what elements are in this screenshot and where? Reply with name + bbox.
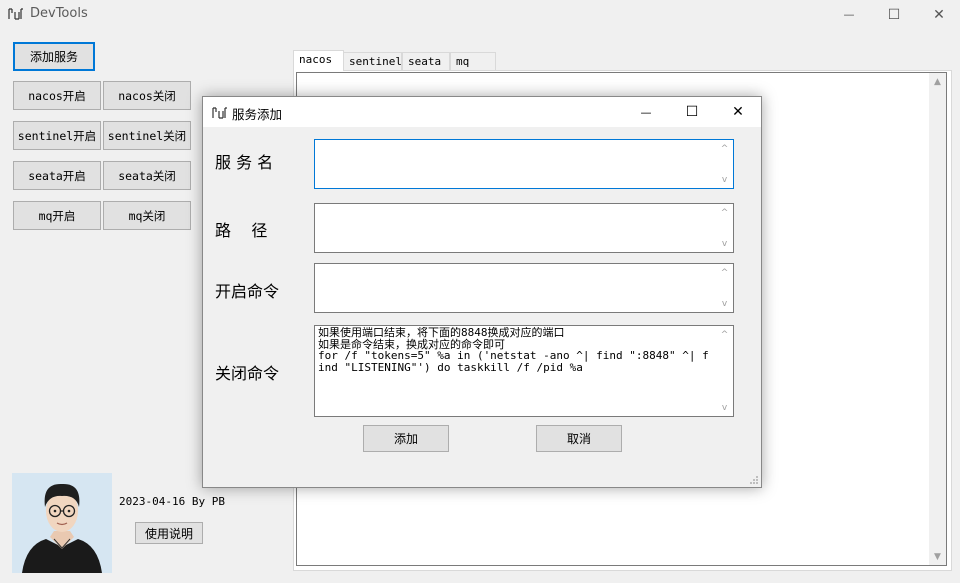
dialog-title: 服务添加 — [232, 107, 283, 122]
tab-seata[interactable]: seata — [402, 52, 450, 70]
nacos-stop-button[interactable]: nacos关闭 — [103, 81, 191, 110]
help-button[interactable]: 使用说明 — [135, 522, 203, 544]
dialog-minimize-button[interactable]: — — [623, 97, 669, 127]
minimize-icon: — — [843, 8, 855, 21]
tab-nacos[interactable]: nacos — [293, 50, 344, 71]
scroll-down-icon[interactable]: v — [716, 399, 733, 416]
scrollbar[interactable]: ^ v — [716, 204, 733, 252]
minimize-button[interactable]: — — [826, 0, 872, 29]
maximize-icon: ☐ — [685, 104, 699, 120]
dialog-close-button[interactable]: ✕ — [715, 97, 761, 127]
nacos-start-button[interactable]: nacos开启 — [13, 81, 101, 110]
dialog-maximize-button[interactable]: ☐ — [669, 97, 715, 127]
scroll-up-icon[interactable]: ▲ — [929, 73, 946, 90]
title-bar — [0, 0, 960, 29]
scroll-up-icon[interactable]: ^ — [716, 140, 733, 157]
sentinel-stop-button[interactable]: sentinel关闭 — [103, 121, 191, 150]
resize-grip-icon[interactable] — [749, 475, 759, 485]
scrollbar[interactable]: ^ v — [716, 326, 733, 416]
scrollbar[interactable]: ^ v — [716, 140, 733, 188]
add-service-button[interactable]: 添加服务 — [13, 42, 95, 71]
seata-start-button[interactable]: seata开启 — [13, 161, 101, 190]
avatar-illustration — [12, 473, 112, 573]
add-service-dialog: 服务添加 — ☐ ✕ 服 务 名 ^ v 路 径 ^ v 开启命令 ^ v 关闭… — [202, 96, 762, 488]
scroll-down-icon[interactable]: ▼ — [929, 548, 946, 565]
path-value — [318, 205, 715, 252]
scroll-up-icon[interactable]: ^ — [716, 204, 733, 221]
stop-command-input[interactable]: 如果使用端口结束，将下面的8848换成对应的端口 如果是命令结束，换成对应的命令… — [314, 325, 734, 417]
maximize-icon: ☐ — [887, 6, 901, 23]
close-icon: ✕ — [732, 104, 744, 120]
tab-mq[interactable]: mq — [450, 52, 496, 70]
scroll-down-icon[interactable]: v — [716, 171, 733, 188]
service-name-input[interactable]: ^ v — [314, 139, 734, 189]
app-icon — [8, 8, 23, 20]
confirm-add-button[interactable]: 添加 — [363, 425, 449, 452]
stop-command-value: 如果使用端口结束，将下面的8848换成对应的端口 如果是命令结束，换成对应的命令… — [318, 327, 709, 374]
path-label: 路 径 — [215, 221, 268, 240]
mq-stop-button[interactable]: mq关闭 — [103, 201, 191, 230]
service-name-value — [318, 141, 715, 188]
signature-text: 2023-04-16 By PB — [119, 495, 225, 508]
path-input[interactable]: ^ v — [314, 203, 734, 253]
avatar — [12, 473, 112, 573]
tab-sentinel[interactable]: sentinel — [343, 52, 402, 70]
seata-stop-button[interactable]: seata关闭 — [103, 161, 191, 190]
minimize-icon: — — [640, 105, 652, 119]
window-title: DevTools — [30, 6, 88, 21]
close-icon: ✕ — [933, 6, 945, 23]
app-icon — [212, 107, 227, 119]
stop-command-label: 关闭命令 — [215, 364, 280, 383]
cancel-button[interactable]: 取消 — [536, 425, 622, 452]
start-command-input[interactable]: ^ v — [314, 263, 734, 313]
scroll-down-icon[interactable]: v — [716, 235, 733, 252]
service-name-label: 服 务 名 — [215, 153, 274, 172]
scroll-down-icon[interactable]: v — [716, 295, 733, 312]
start-command-value — [318, 265, 715, 312]
scrollbar[interactable]: ^ v — [716, 264, 733, 312]
maximize-button[interactable]: ☐ — [871, 0, 917, 29]
sentinel-start-button[interactable]: sentinel开启 — [13, 121, 101, 150]
start-command-label: 开启命令 — [215, 282, 280, 301]
scroll-up-icon[interactable]: ^ — [716, 264, 733, 281]
close-button[interactable]: ✕ — [916, 0, 960, 29]
scrollbar[interactable]: ▲ ▼ — [929, 73, 946, 565]
mq-start-button[interactable]: mq开启 — [13, 201, 101, 230]
scroll-up-icon[interactable]: ^ — [716, 326, 733, 343]
